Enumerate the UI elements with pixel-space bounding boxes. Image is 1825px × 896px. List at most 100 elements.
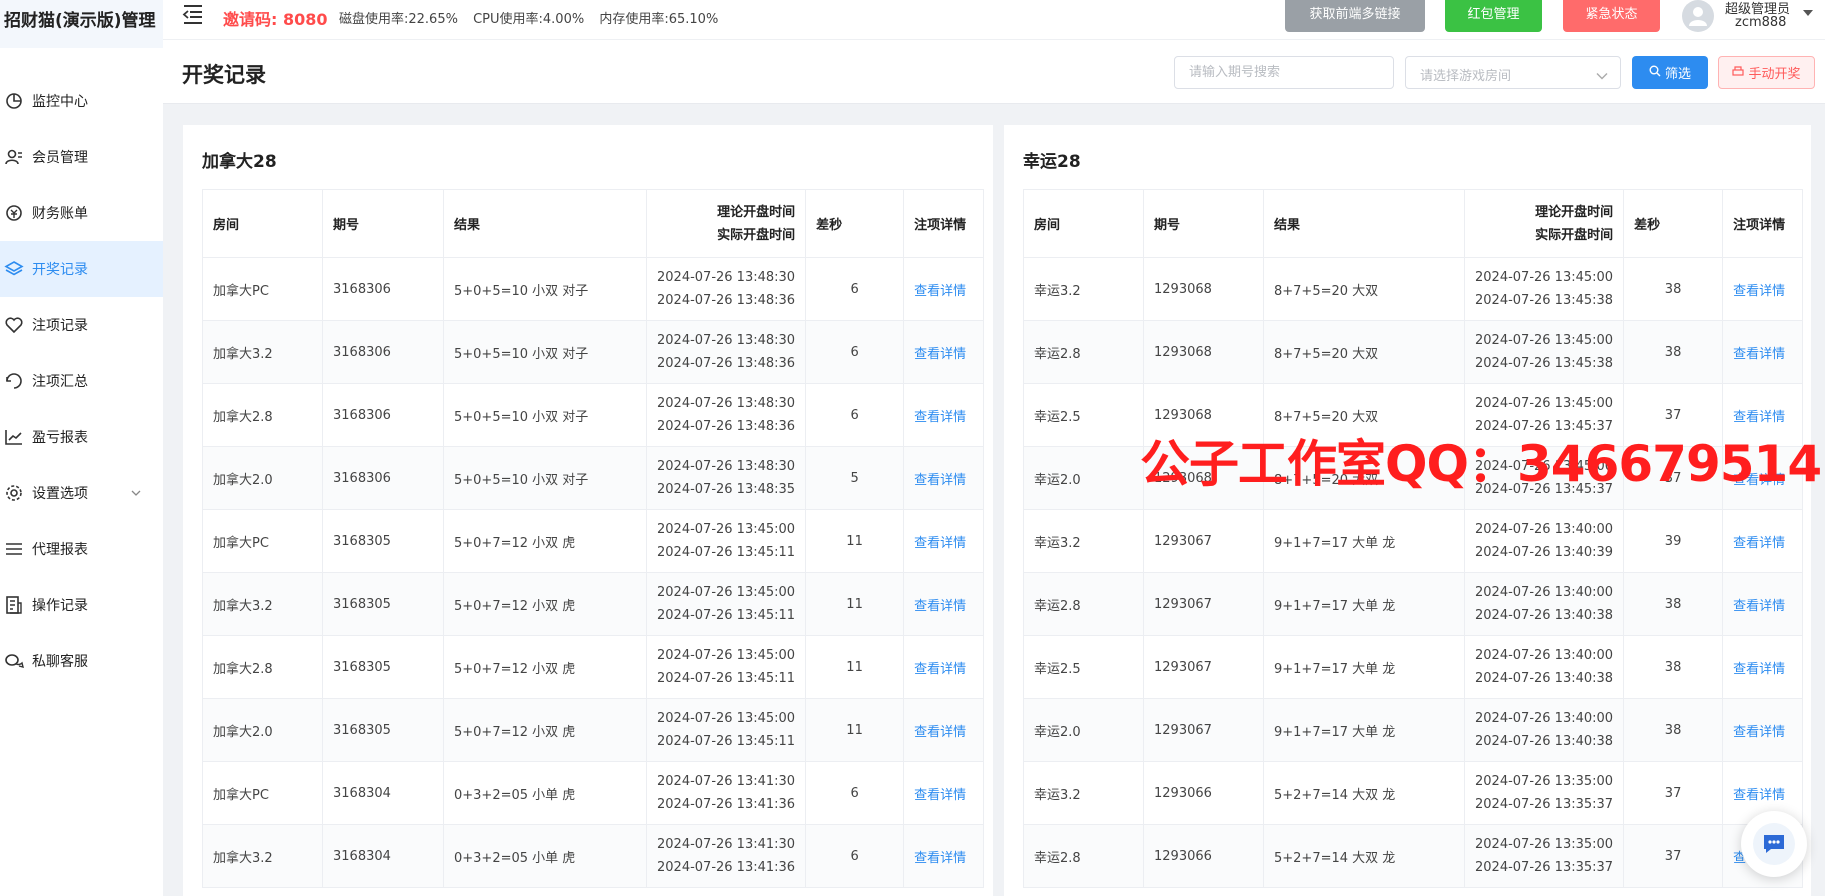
cell-period: 1293066 [1143,761,1264,825]
cell-diff: 38 [1623,572,1724,636]
get-frontend-links-button[interactable]: 获取前端多链接 [1285,0,1425,32]
cell-result: 8+7+5=20 大双 [1263,320,1465,384]
sidebar-item-label: 财务账单 [32,206,88,222]
view-detail-link[interactable]: 查看详情 [914,788,966,803]
cell-detail: 查看详情 [903,320,985,384]
cell-theory-time: 2024-07-26 13:40:00 [1475,585,1614,600]
sidebar-item-bet-records[interactable]: 注项记录 [0,297,163,353]
cell-room: 幸运2.8 [1023,320,1144,384]
emergency-button[interactable]: 紧急状态 [1563,0,1660,32]
table-row: 幸运3.2 1293067 9+1+7=17 大单 龙 2024-07-26 13:4… [1023,509,1804,573]
invite-label: 邀请码: [223,10,278,29]
cell-diff: 38 [1623,257,1724,321]
view-detail-link[interactable]: 查看详情 [914,599,966,614]
cell-result: 8+7+5=20 大双 [1263,257,1465,321]
cell-theory-time: 2024-07-26 13:45:00 [657,585,796,600]
cell-detail: 查看详情 [1722,572,1804,636]
cell-diff: 11 [805,509,905,573]
view-detail-link[interactable]: 查看详情 [914,284,966,299]
cell-theory-time: 2024-07-26 13:45:00 [657,711,796,726]
sidebar: 招财猫(演示版)管理 监控中心 会员管理 财务账单 开奖记录 注项记录 注项汇总 [0,0,163,896]
finance-icon [4,203,24,223]
view-detail-link[interactable]: 查看详情 [1733,410,1785,425]
cell-times: 2024-07-26 13:45:00 2024-07-26 13:45:11 [645,509,807,573]
avatar[interactable] [1682,0,1714,32]
log-icon [4,595,24,615]
cell-diff: 11 [805,572,905,636]
view-detail-link[interactable]: 查看详情 [914,662,966,677]
view-detail-link[interactable]: 查看详情 [914,536,966,551]
view-detail-link[interactable]: 查看详情 [1733,599,1785,614]
table-row: 幸运2.0 1293067 9+1+7=17 大单 龙 2024-07-26 13:4… [1023,698,1804,762]
sidebar-item-draw-records[interactable]: 开奖记录 [0,241,163,297]
app-title: 招财猫(演示版)管理 [0,0,163,48]
sidebar-item-bet-summary[interactable]: 注项汇总 [0,353,163,409]
chat-float-button[interactable] [1741,811,1807,877]
cell-room: 加拿大3.2 [202,824,323,888]
period-search-input[interactable] [1174,56,1394,89]
sidebar-item-operation-log[interactable]: 操作记录 [0,577,163,633]
sidebar-item-pnl-report[interactable]: 盈亏报表 [0,409,163,465]
cell-actual-time: 2024-07-26 13:40:38 [1475,734,1614,749]
table-row: 加拿大2.8 3168305 5+0+7=12 小双 虎 2024-07-26 13:… [202,635,985,699]
cell-times: 2024-07-26 13:41:30 2024-07-26 13:41:36 [645,761,807,825]
manual-draw-button[interactable]: 手动开奖 [1718,56,1815,89]
cell-room: 幸运3.2 [1023,761,1144,825]
sidebar-item-label: 开奖记录 [32,262,88,278]
table-row: 加拿大2.0 3168306 5+0+5=10 小双 对子 2024-07-26 13… [202,446,985,510]
chat-bubble-icon [1753,823,1795,865]
caret-down-icon[interactable] [1803,10,1813,16]
cell-diff: 6 [805,761,905,825]
red-packet-button[interactable]: 红包管理 [1445,0,1542,32]
sidebar-item-label: 代理报表 [32,542,88,558]
cell-actual-time: 2024-07-26 13:48:35 [657,482,796,497]
filter-button[interactable]: 筛选 [1632,56,1708,89]
cell-diff: 39 [1623,509,1724,573]
sidebar-item-monitor[interactable]: 监控中心 [0,73,163,129]
cell-period: 3168305 [322,635,444,699]
cell-times: 2024-07-26 13:40:00 2024-07-26 13:40:38 [1463,635,1625,699]
cell-diff: 6 [805,320,905,384]
cell-result: 9+1+7=17 大单 龙 [1263,635,1465,699]
view-detail-link[interactable]: 查看详情 [914,725,966,740]
cell-diff: 38 [1623,698,1724,762]
cell-actual-time: 2024-07-26 13:45:38 [1475,293,1614,308]
page-title: 开奖记录 [182,63,266,87]
view-detail-link[interactable]: 查看详情 [1733,536,1785,551]
bet-record-icon [4,315,24,335]
view-detail-link[interactable]: 查看详情 [1733,662,1785,677]
view-detail-link[interactable]: 查看详情 [1733,347,1785,362]
cell-times: 2024-07-26 13:40:00 2024-07-26 13:40:38 [1463,572,1625,636]
cell-result: 5+0+7=12 小双 虎 [443,509,647,573]
col-diff: 差秒 [1623,189,1724,258]
manual-draw-icon [1732,65,1745,80]
view-detail-link[interactable]: 查看详情 [1733,725,1785,740]
cell-detail: 查看详情 [903,572,985,636]
sidebar-item-finance[interactable]: 财务账单 [0,185,163,241]
cell-actual-time: 2024-07-26 13:40:38 [1475,608,1614,623]
table-row: 加拿大2.8 3168306 5+0+5=10 小双 对子 2024-07-26 13… [202,383,985,447]
table-row: 加拿大PC 3168306 5+0+5=10 小双 对子 2024-07-26 13:… [202,257,985,321]
user-name[interactable]: zcm888 [1735,15,1786,30]
sidebar-item-label: 注项汇总 [32,374,88,390]
cell-theory-time: 2024-07-26 13:40:00 [1475,522,1614,537]
filter-label: 筛选 [1664,67,1691,82]
sidebar-item-agent-report[interactable]: 代理报表 [0,521,163,577]
view-detail-link[interactable]: 查看详情 [914,473,966,488]
view-detail-link[interactable]: 查看详情 [1733,284,1785,299]
menu-collapse-icon[interactable] [182,4,204,24]
cell-times: 2024-07-26 13:41:30 2024-07-26 13:41:36 [645,824,807,888]
view-detail-link[interactable]: 查看详情 [914,347,966,362]
sidebar-item-private-chat[interactable]: 私聊客服 [0,633,163,689]
table-row: 加拿大PC 3168305 5+0+7=12 小双 虎 2024-07-26 13:4… [202,509,985,573]
cell-result: 5+2+7=14 大双 龙 [1263,761,1465,825]
view-detail-link[interactable]: 查看详情 [1733,788,1785,803]
room-select[interactable]: 请选择游戏房间 [1405,56,1621,89]
view-detail-link[interactable]: 查看详情 [914,851,966,866]
sidebar-item-members[interactable]: 会员管理 [0,129,163,185]
cell-diff: 37 [1623,824,1724,888]
sidebar-item-settings[interactable]: 设置选项 [0,465,163,521]
cell-period: 1293066 [1143,824,1264,888]
view-detail-link[interactable]: 查看详情 [914,410,966,425]
cell-result: 5+2+7=14 大双 龙 [1263,824,1465,888]
